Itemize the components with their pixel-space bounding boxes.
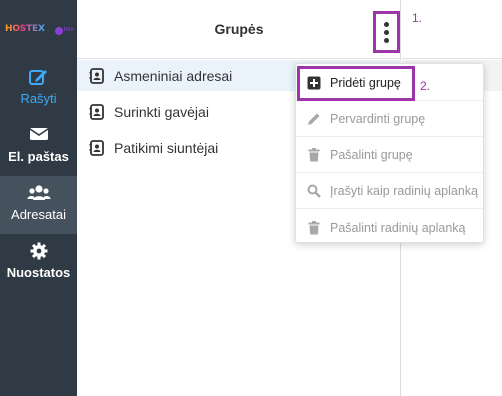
- trash-icon: [308, 148, 320, 162]
- menu-save-search-folder-label: Įrašyti kaip radinių aplanką: [330, 184, 478, 198]
- contact-book-icon: [89, 103, 104, 120]
- dot: [384, 29, 389, 35]
- highlight-add-group: [297, 66, 415, 101]
- nav-settings-label: Nuostatos: [6, 265, 71, 280]
- nav-settings[interactable]: Nuostatos: [0, 234, 77, 292]
- menu-rename-group-label: Pervardinti grupę: [330, 112, 426, 126]
- contact-book-icon: [89, 67, 104, 84]
- menu-save-search-folder[interactable]: Įrašyti kaip radinių aplanką: [296, 174, 483, 209]
- menu-delete-search-folder[interactable]: Pašalinti radinių aplanką: [296, 210, 483, 245]
- nav-contacts[interactable]: Adresatai: [0, 176, 77, 234]
- nav-compose-label: Rašyti: [20, 91, 57, 106]
- users-icon: [0, 184, 77, 202]
- nav-mail[interactable]: El. paštas: [0, 118, 77, 176]
- logo-text: HOSTEX: [5, 24, 45, 34]
- group-label: Patikimi siuntėjai: [114, 139, 219, 156]
- trash-icon: [308, 220, 320, 234]
- envelope-icon: [0, 126, 77, 144]
- group-label: Surinkti gavėjai: [114, 103, 209, 120]
- contact-book-icon: [89, 139, 104, 156]
- logo-mark: [55, 27, 63, 35]
- contacts-list-header: [402, 0, 502, 59]
- gear-icon: [0, 242, 77, 260]
- hostex-logo: HOSTEX hex: [3, 24, 75, 38]
- logo-subtext: hex: [64, 27, 74, 33]
- group-item-trusted[interactable]: Patikimi siuntėjai: [77, 132, 307, 163]
- nav-mail-label: El. paštas: [8, 149, 69, 164]
- menu-rename-group[interactable]: Pervardinti grupę: [296, 102, 483, 137]
- group-options-button[interactable]: [373, 11, 400, 53]
- groups-title: Grupės: [214, 21, 264, 37]
- groups-header: Grupės: [77, 0, 401, 59]
- menu-delete-group-label: Pašalinti grupę: [330, 148, 413, 162]
- nav-compose[interactable]: Rašyti: [0, 60, 77, 118]
- sidebar: HOSTEX hex Rašyti El. paštas Adresatai N…: [0, 0, 77, 396]
- annotation-step-1: 1.: [412, 11, 423, 25]
- group-label: Asmeniniai adresai: [114, 67, 233, 84]
- compose-icon: [0, 68, 77, 86]
- annotation-step-2: 2.: [420, 79, 431, 93]
- group-item-collected[interactable]: Surinkti gavėjai: [77, 96, 307, 127]
- menu-delete-group[interactable]: Pašalinti grupę: [296, 138, 483, 173]
- nav-contacts-label: Adresatai: [11, 207, 66, 222]
- search-icon: [307, 184, 321, 198]
- pencil-icon: [308, 113, 320, 125]
- dot: [384, 21, 389, 27]
- dot: [384, 37, 389, 43]
- menu-delete-search-folder-label: Pašalinti radinių aplanką: [330, 220, 466, 235]
